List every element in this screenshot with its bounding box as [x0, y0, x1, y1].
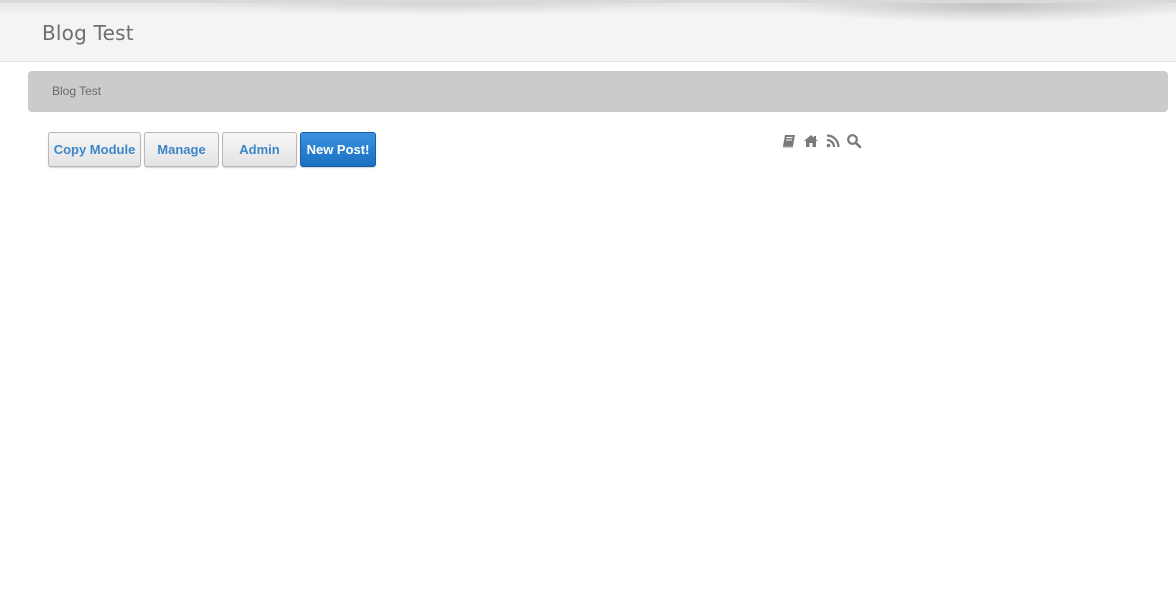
page-header: Blog Test [0, 0, 1176, 62]
admin-button[interactable]: Admin [222, 132, 297, 167]
book-icon[interactable] [781, 133, 797, 149]
site-title[interactable]: Blog Test [42, 21, 134, 45]
manage-button[interactable]: Manage [144, 132, 219, 167]
header-decoration-left [180, 3, 700, 15]
breadcrumb-current: Blog Test [52, 84, 102, 98]
rss-icon[interactable] [825, 133, 841, 149]
header-decoration-right [780, 3, 1176, 23]
search-icon[interactable] [846, 133, 862, 149]
home-icon[interactable] [803, 133, 819, 149]
breadcrumb: Blog Test [28, 71, 1168, 112]
new-post-button[interactable]: New Post! [300, 132, 376, 167]
copy-module-button[interactable]: Copy Module [48, 132, 141, 167]
